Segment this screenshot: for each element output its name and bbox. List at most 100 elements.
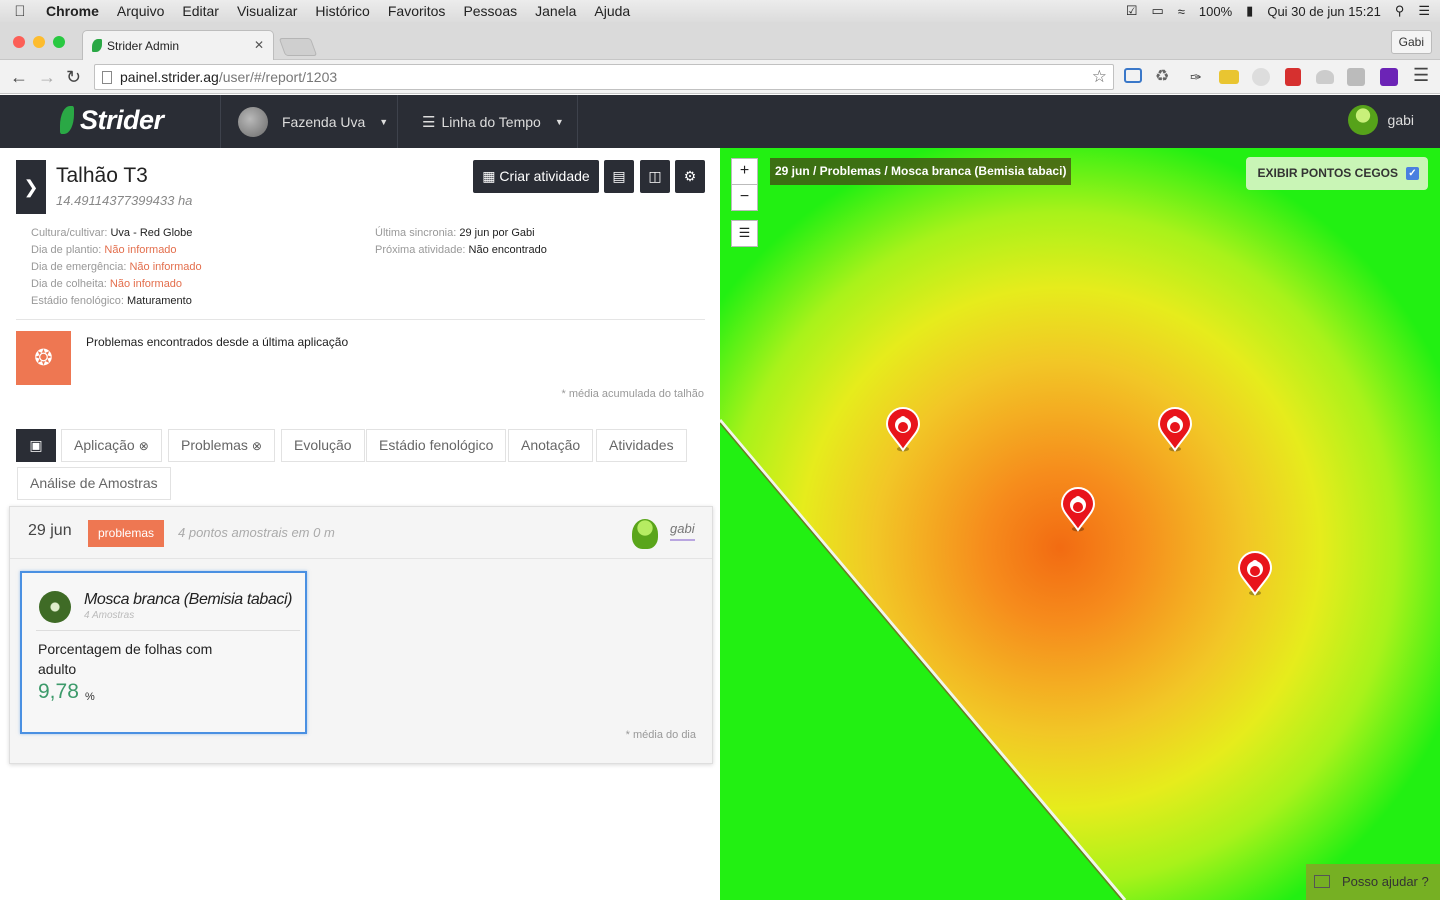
panel-toggle-chevron-icon[interactable]: ❯ [16,160,46,214]
reload-icon[interactable]: ↻ [66,67,81,88]
menu-app[interactable]: Chrome [40,3,108,19]
cloud-extension-icon[interactable] [1316,70,1334,84]
browser-toolbar: ← → ↻ painel.strider.ag/user/#/report/12… [0,60,1440,94]
calendar-icon: ▦ [482,168,496,184]
timeline-menu[interactable]: ☰ Linha do Tempo ▼ [422,107,564,137]
forward-icon[interactable]: → [38,67,56,88]
heatmap[interactable]: + − ☰ 29 jun / Problemas / Mosca branca … [720,148,1440,900]
problems-alert-text: Problemas encontrados desde a última apl… [86,335,349,349]
angular-extension-icon[interactable] [1285,68,1301,86]
day-average-note: * média do dia [625,729,696,741]
browser-tab[interactable]: Strider Admin ✕ [82,30,274,60]
field-area: 14.49114377399433 ha [56,193,193,208]
info-phenological-stage: Estádio fenológico: Maturamento [31,295,192,307]
tab-close-icon[interactable]: ✕ [254,38,264,52]
tab-title: Strider Admin [107,38,180,53]
pest-samples: 4 Amostras [84,610,135,621]
user-name: gabi [1387,112,1414,128]
tab-anotacao[interactable]: Anotação [508,429,594,462]
menu-visualizar[interactable]: Visualizar [228,3,306,19]
new-tab-button[interactable] [278,38,318,56]
menu-ajuda[interactable]: Ajuda [585,3,639,19]
strider-logo[interactable]: Strider [60,105,164,136]
settings-button[interactable]: ⚙ [675,160,705,193]
menu-historico[interactable]: Histórico [306,3,378,19]
user-menu[interactable]: gabi [1347,105,1414,135]
zoom-in-button[interactable]: + [731,158,758,185]
report-date: 29 jun [28,522,72,539]
bug-icon: ❂ [16,331,71,385]
profile-button[interactable]: Gabi [1390,30,1432,54]
farm-selector[interactable]: Fazenda Uva ▼ [238,107,388,137]
pest-name: Mosca branca (Bemisia tabaci) [84,591,293,608]
info-harvest-day: Dia de colheita: Não informado [31,278,183,290]
blind-spots-toggle[interactable]: EXIBIR PONTOS CEGOS ✓ [1245,157,1428,190]
report-entry: 29 jun problemas 4 pontos amostrais em 0… [9,506,713,764]
menu-arquivo[interactable]: Arquivo [108,3,173,19]
bug-marker-icon[interactable] [1060,486,1096,532]
tab-analise-amostras[interactable]: Análise de Amostras [17,467,171,500]
strider-leaf-icon [60,106,74,134]
info-culture: Cultura/cultivar: Uva - Red Globe [31,227,193,239]
window-minimize-button[interactable] [33,36,45,48]
bookmark-star-icon[interactable]: ☆ [1092,65,1107,89]
clock[interactable]: Qui 30 de jun 15:21 [1267,4,1380,19]
tab-estadio-fenologico[interactable]: Estádio fenológico [366,429,507,462]
back-icon[interactable]: ← [10,67,28,88]
tab-atividades[interactable]: Atividades [596,429,687,462]
strider-favicon-icon [92,39,102,52]
close-circle-icon[interactable]: ⊗ [139,439,149,453]
tab-aplicacao[interactable]: Aplicação ⊗ [61,429,162,462]
report-user-link[interactable]: gabi [670,521,695,541]
bug-marker-icon[interactable] [1237,550,1273,596]
airplay-icon[interactable]: ▭ [1151,3,1163,19]
m-extension-icon[interactable] [1380,68,1398,86]
problems-badge: problemas [88,520,165,547]
report-user-avatar [632,519,658,549]
user-avatar [1347,105,1378,135]
bug-marker-icon[interactable] [1157,406,1193,452]
puzzle-extension-icon[interactable] [1347,68,1365,86]
ruler-extension-icon[interactable] [1219,70,1239,84]
menu-pessoas[interactable]: Pessoas [454,3,526,19]
url-host: painel.strider.ag [120,69,219,85]
notebook-button[interactable]: ▤ [604,160,634,193]
window-close-button[interactable] [13,36,25,48]
zoom-out-button[interactable]: − [731,184,758,211]
caret-down-icon: ▼ [554,117,564,127]
menu-editar[interactable]: Editar [173,3,228,19]
address-bar[interactable]: painel.strider.ag/user/#/report/1203 ☆ [94,64,1114,90]
square-toggle-icon: ▣ [29,437,43,453]
layers-icon[interactable]: ☰ [731,220,758,247]
blind-spots-checkbox[interactable]: ✓ [1406,167,1419,180]
bug-marker-icon[interactable] [885,406,921,452]
page-icon [102,71,112,84]
spotlight-search-icon[interactable]: ⚲ [1395,3,1405,19]
field-title: Talhão T3 [56,164,148,187]
tab-evolucao[interactable]: Evolução [281,429,365,462]
map-title: 29 jun / Problemas / Mosca branca (Bemis… [770,158,1072,185]
list-icon: ☰ [422,114,436,131]
cast-extension-icon[interactable] [1124,68,1142,83]
notification-center-icon[interactable]: ☰ [1418,3,1430,19]
recycle-extension-icon[interactable]: ♻ [1155,68,1173,86]
tab-problemas[interactable]: Problemas ⊗ [168,429,275,462]
menu-janela[interactable]: Janela [526,3,585,19]
menu-favoritos[interactable]: Favoritos [379,3,455,19]
window-zoom-button[interactable] [53,36,65,48]
export-excel-button[interactable]: ◫ [640,160,670,193]
book-icon: ▤ [612,168,626,184]
help-chat-button[interactable]: Posso ajudar ? [1306,864,1440,900]
chrome-menu-icon[interactable]: ☰ [1413,65,1429,86]
create-activity-button[interactable]: ▦ Criar atividade [473,160,599,193]
v-extension-icon[interactable] [1252,68,1270,86]
apple-icon[interactable]:  [0,3,40,20]
close-circle-icon[interactable]: ⊗ [252,439,262,453]
battery-percent[interactable]: 100% [1199,4,1232,19]
wifi-icon[interactable]: ≈ [1178,4,1185,19]
info-last-sync: Última sincronia: 29 jun por Gabi [375,227,535,239]
pest-card[interactable]: Mosca branca (Bemisia tabaci) 4 Amostras… [20,571,307,734]
eyedropper-extension-icon[interactable]: ✑ [1190,68,1208,86]
notification-check-icon[interactable]: ☑ [1126,3,1138,19]
tab-toggle-all[interactable]: ▣ [16,429,56,462]
